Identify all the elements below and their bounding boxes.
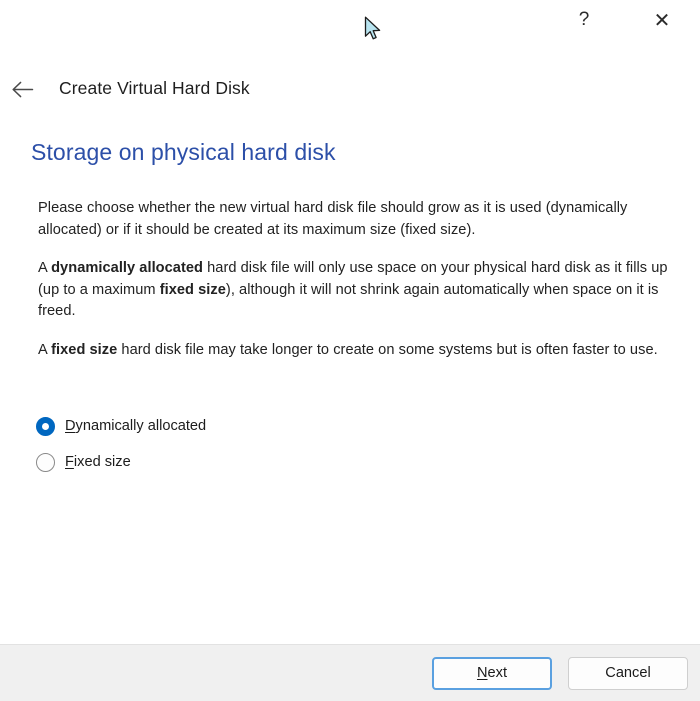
storage-type-radio-group: Dynamically allocated Fixed size <box>36 414 206 474</box>
cancel-button-label: Cancel <box>605 665 650 681</box>
radio-fixed-rest: ixed size <box>74 454 131 470</box>
window-title: Create Virtual Hard Disk <box>59 80 250 98</box>
para2-bold-fixed-size: fixed size <box>160 282 226 298</box>
next-button[interactable]: Next <box>432 657 552 690</box>
next-button-label: Next <box>477 665 507 681</box>
page-title: Storage on physical hard disk <box>31 139 336 167</box>
para3-bold-fixed-size: fixed size <box>51 342 117 358</box>
radio-fixed-size-label: Fixed size <box>65 455 131 470</box>
cancel-button[interactable]: Cancel <box>568 657 688 690</box>
close-button[interactable]: ✕ <box>639 0 685 40</box>
next-label-rest: ext <box>488 665 507 681</box>
title-bar: ? ✕ <box>0 0 700 46</box>
radio-dynamically-allocated-label: Dynamically allocated <box>65 419 206 434</box>
radio-selected-icon[interactable] <box>36 417 55 436</box>
para2-bold-dynamically-allocated: dynamically allocated <box>51 260 203 276</box>
back-button[interactable] <box>6 74 40 104</box>
accel-key-n: N <box>477 665 488 681</box>
paragraph-intro-text: Please choose whether the new virtual ha… <box>38 200 627 238</box>
help-button[interactable]: ? <box>561 0 607 40</box>
paragraph-fixed: A fixed size hard disk file may take lon… <box>38 340 686 362</box>
accel-key-d: D <box>65 418 76 434</box>
para3-lead: A <box>38 342 51 358</box>
content-area: Please choose whether the new virtual ha… <box>38 198 686 361</box>
radio-unselected-icon[interactable] <box>36 453 55 472</box>
para3-tail: hard disk file may take longer to create… <box>117 342 657 358</box>
radio-dynamic-rest: ynamically allocated <box>76 418 207 434</box>
paragraph-dynamic: A dynamically allocated hard disk file w… <box>38 258 686 323</box>
accel-key-f: F <box>65 454 74 470</box>
dialog-footer: Next Cancel <box>0 644 700 701</box>
paragraph-intro: Please choose whether the new virtual ha… <box>38 198 686 241</box>
radio-dynamically-allocated[interactable]: Dynamically allocated <box>36 414 206 438</box>
back-arrow-icon <box>12 81 34 98</box>
question-mark-icon: ? <box>579 9 590 31</box>
para2-lead: A <box>38 260 51 276</box>
dialog-header: Create Virtual Hard Disk <box>0 72 700 106</box>
close-icon: ✕ <box>654 8 671 33</box>
radio-fixed-size[interactable]: Fixed size <box>36 450 206 474</box>
